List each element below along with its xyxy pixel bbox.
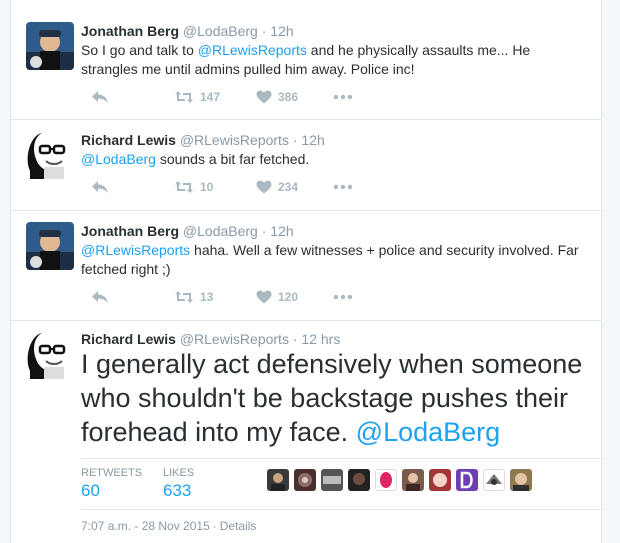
avatar[interactable]	[26, 222, 74, 270]
user-name[interactable]: Richard Lewis	[81, 132, 176, 148]
more-button[interactable]	[333, 287, 353, 307]
retweet-button[interactable]: 10	[174, 177, 213, 197]
tweet[interactable]: Jonathan Berg @LodaBerg · 12h @RLewisRep…	[11, 211, 601, 321]
reply-button[interactable]	[91, 177, 109, 197]
liker-avatar[interactable]	[267, 469, 289, 491]
mention-link[interactable]: @RLewisReports	[81, 242, 190, 258]
footer-separator: ·	[212, 519, 217, 533]
tweet[interactable]: Richard Lewis @RLewisReports · 12h @Loda…	[11, 120, 601, 211]
retweet-button[interactable]: 147	[174, 87, 220, 107]
like-button[interactable]: 234	[256, 177, 298, 197]
retweets-value: 60	[81, 481, 100, 500]
avatar[interactable]	[26, 331, 74, 379]
liker-avatar[interactable]	[321, 469, 343, 491]
tweet[interactable]: Jonathan Berg @LodaBerg · 12h So I go an…	[11, 10, 601, 120]
user-name[interactable]: Richard Lewis	[81, 331, 176, 347]
reply-icon	[92, 181, 108, 193]
timestamp-sep: ·	[292, 331, 298, 347]
text-part: sounds a bit far fetched.	[155, 151, 310, 167]
focused-tweet-text: I generally act defensively when someone…	[81, 347, 596, 449]
liker-avatar[interactable]	[510, 469, 532, 491]
retweet-icon	[175, 181, 193, 193]
tweet-time[interactable]: 12h	[270, 223, 293, 239]
details-link[interactable]: Details	[220, 519, 257, 533]
retweets-stat[interactable]: RETWEETS 60	[81, 467, 142, 501]
tweet-stats: RETWEETS 60 LIKES 633	[81, 458, 601, 510]
reply-icon	[92, 91, 108, 103]
tweet-actions: 10 234	[81, 177, 381, 197]
avatar[interactable]	[26, 131, 74, 179]
reply-button[interactable]	[91, 287, 109, 307]
liker-avatar[interactable]	[402, 469, 424, 491]
like-count: 234	[278, 180, 299, 194]
likes-label: LIKES	[163, 467, 195, 479]
conversation-timeline: Jonathan Berg @LodaBerg · 12h So I go an…	[10, 0, 602, 543]
user-name[interactable]: Jonathan Berg	[81, 223, 179, 239]
heart-icon	[256, 90, 272, 104]
tweet-header: Richard Lewis @RLewisReports · 12 hrs	[81, 331, 340, 347]
user-handle[interactable]: @RLewisReports	[180, 331, 289, 347]
more-icon	[333, 184, 353, 190]
timestamp-sep: ·	[292, 132, 298, 148]
tweet-time[interactable]: 12h	[270, 23, 293, 39]
user-handle[interactable]: @RLewisReports	[180, 132, 289, 148]
timestamp-sep: ·	[261, 223, 267, 239]
like-count: 386	[278, 90, 299, 104]
like-button[interactable]: 386	[256, 87, 298, 107]
retweet-icon	[175, 291, 193, 303]
reply-button[interactable]	[91, 87, 109, 107]
liker-avatar[interactable]	[483, 469, 505, 491]
tweet-text: @RLewisReports haha. Well a few witnesse…	[81, 241, 581, 279]
mention-link[interactable]: @RLewisReports	[198, 42, 307, 58]
tweet-header: Richard Lewis @RLewisReports · 12h	[81, 132, 325, 148]
retweet-count: 10	[200, 180, 214, 194]
mention-link[interactable]: @LodaBerg	[81, 151, 156, 167]
liker-avatar[interactable]	[375, 469, 397, 491]
liker-avatar[interactable]	[429, 469, 451, 491]
tweet-text: So I go and talk to @RLewisReports and h…	[81, 41, 581, 79]
timestamp-sep: ·	[261, 23, 267, 39]
tweet-actions: 13 120	[81, 287, 381, 307]
tweet-header: Jonathan Berg @LodaBerg · 12h	[81, 23, 294, 39]
text-part: So I go and talk to	[81, 42, 198, 58]
heart-icon	[256, 290, 272, 304]
tweet-time[interactable]: 12 hrs	[301, 331, 340, 347]
tweet-timestamp[interactable]: 7:07 a.m. - 28 Nov 2015	[81, 519, 210, 533]
liker-avatar[interactable]	[456, 469, 478, 491]
likes-value: 633	[163, 481, 192, 500]
more-icon	[333, 94, 353, 100]
tweet-footer: 7:07 a.m. - 28 Nov 2015 · Details	[81, 519, 256, 533]
retweet-icon	[175, 91, 193, 103]
heart-icon	[256, 180, 272, 194]
more-button[interactable]	[333, 177, 353, 197]
user-handle[interactable]: @LodaBerg	[183, 223, 258, 239]
like-count: 120	[278, 290, 299, 304]
retweets-label: RETWEETS	[81, 467, 143, 479]
more-button[interactable]	[333, 87, 353, 107]
mention-link[interactable]: @LodaBerg	[356, 417, 501, 447]
reply-icon	[92, 291, 108, 303]
avatar[interactable]	[26, 22, 74, 70]
retweet-count: 147	[200, 90, 221, 104]
user-name[interactable]: Jonathan Berg	[81, 23, 179, 39]
user-handle[interactable]: @LodaBerg	[183, 23, 258, 39]
like-button[interactable]: 120	[256, 287, 298, 307]
more-icon	[333, 294, 353, 300]
tweet-time[interactable]: 12h	[301, 132, 324, 148]
liker-avatar[interactable]	[348, 469, 370, 491]
text-part: I generally act defensively when someone…	[81, 349, 583, 447]
likes-stat[interactable]: LIKES 633	[163, 467, 194, 501]
tweet-header: Jonathan Berg @LodaBerg · 12h	[81, 223, 294, 239]
retweet-button[interactable]: 13	[174, 287, 213, 307]
retweet-count: 13	[200, 290, 214, 304]
liker-avatar[interactable]	[294, 469, 316, 491]
tweet-actions: 147 386	[81, 87, 381, 107]
tweet-text: @LodaBerg sounds a bit far fetched.	[81, 150, 581, 169]
